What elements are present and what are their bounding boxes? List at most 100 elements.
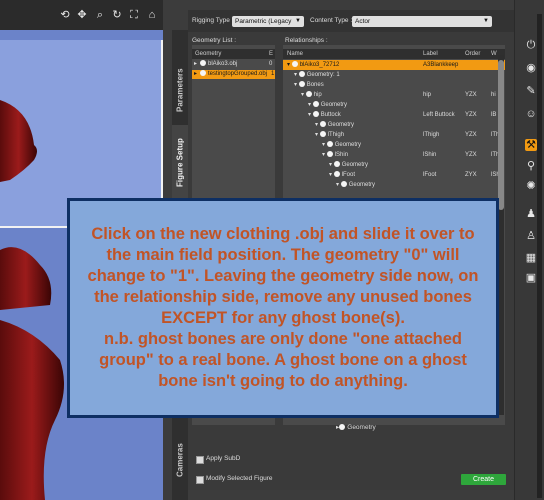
chevron-right-icon: ▸	[194, 71, 198, 77]
geometry-icon	[339, 424, 346, 430]
tree-row[interactable]: ▾ Geometry: 1	[283, 70, 505, 80]
tab-figure-setup[interactable]: Figure Setup	[172, 125, 188, 200]
chevron-down-icon[interactable]: ▾	[322, 142, 327, 148]
w-column-header[interactable]: W	[491, 49, 497, 59]
world-icon[interactable]: ◉	[525, 62, 537, 74]
tree-row-selected[interactable]: ▾ blAiko3_72712 A3Blankkeep	[283, 60, 505, 70]
chevron-down-icon: ▼	[295, 18, 301, 24]
tree-row-label: Left Buttock	[423, 112, 455, 118]
chevron-down-icon[interactable]: ▾	[329, 162, 334, 168]
tab-cameras[interactable]: Cameras	[172, 425, 188, 495]
rotate-icon[interactable]: ↻	[111, 9, 123, 21]
grid-icon[interactable]: ▦	[525, 252, 537, 264]
node-icon	[305, 91, 312, 97]
tree-row[interactable]: ▾ lFoot lFoot ZYX lSh	[283, 170, 505, 180]
tree-row-order: YZX	[465, 132, 477, 138]
node-icon	[340, 181, 347, 187]
tree-row-name: ▾ Geometry: 1	[294, 70, 340, 80]
pan-icon[interactable]: ✥	[76, 9, 88, 21]
chevron-down-icon[interactable]: ▾	[329, 172, 334, 178]
tree-row[interactable]: ▾ Geometry	[283, 100, 505, 110]
tree-row-label: lThigh	[423, 132, 440, 138]
tree-row-name: ▾ lThigh	[315, 130, 344, 140]
tree-row-partial[interactable]: ▸ Geometry	[336, 423, 376, 431]
figure-setup-icon[interactable]: ⚒	[525, 139, 537, 151]
chevron-down-icon[interactable]: ▾	[322, 152, 327, 158]
tree-row[interactable]: ▾ Bones	[283, 80, 505, 90]
chevron-down-icon[interactable]: ▾	[301, 92, 306, 98]
content-type-value: Actor	[355, 18, 371, 25]
geometry-row[interactable]: ▸ blAiko3.obj 0	[192, 60, 275, 69]
tree-row-label: Bones	[306, 82, 324, 88]
tree-row[interactable]	[283, 425, 505, 435]
tree-row-name: ▾ Geometry	[329, 160, 368, 170]
instruction-note: Click on the new clothing .obj and slide…	[67, 198, 499, 418]
tree-row[interactable]: ▾ hip hip YZX hi	[283, 90, 505, 100]
instruction-text: Click on the new clothing .obj and slide…	[87, 225, 479, 390]
order-column-header[interactable]: Order	[465, 49, 480, 59]
scene-icon[interactable]: ▣	[525, 272, 537, 284]
right-scrollbar[interactable]	[537, 14, 542, 498]
create-button[interactable]: Create	[461, 474, 506, 485]
chevron-down-icon[interactable]: ▾	[315, 132, 320, 138]
ghost-icon[interactable]: ♙	[525, 230, 537, 242]
geometry-column-header[interactable]: Geometry	[195, 49, 221, 59]
tree-row[interactable]: ▾ Geometry	[283, 180, 505, 190]
tree-row-name: ▾ blAiko3_72712	[287, 60, 339, 70]
geometry-row-selected[interactable]: ▸ testingtopGrouped.obj 1	[192, 70, 275, 79]
modify-selected-label: Modify Selected Figure	[206, 475, 273, 482]
name-column-header[interactable]: Name	[287, 49, 303, 59]
geometry-name: blAiko3.obj	[208, 61, 238, 67]
tree-row[interactable]: ▾ Geometry	[283, 140, 505, 150]
zoom-icon[interactable]: ⌕	[94, 9, 106, 21]
scrollbar-thumb[interactable]	[498, 60, 504, 210]
figure-model[interactable]	[0, 90, 70, 500]
modify-selected-checkbox[interactable]	[196, 476, 204, 484]
tree-row-order: YZX	[465, 152, 477, 158]
camera-orbit-icon[interactable]: ⟲	[59, 9, 71, 21]
node-icon	[298, 71, 305, 77]
content-type-label: Content Type :	[310, 17, 353, 24]
tree-row-label: lFoot	[423, 172, 437, 178]
rigging-type-select[interactable]: Parametric (Legacy ▼	[232, 16, 304, 27]
tree-row-label: Buttock	[320, 112, 341, 118]
tree-row[interactable]: ▾ Geometry	[283, 160, 505, 170]
tree-row[interactable]: ▾ Geometry	[283, 120, 505, 130]
tree-row-label: blAiko3_72712	[299, 62, 340, 68]
content-type-select[interactable]: Actor ▼	[352, 16, 492, 27]
person-icon[interactable]: ☺	[525, 108, 537, 120]
chevron-down-icon[interactable]: ▾	[308, 102, 313, 108]
tree-row[interactable]: ▾ Buttock Left Buttock YZX lB	[283, 110, 505, 120]
e-column-header[interactable]: E	[269, 49, 273, 59]
chevron-down-icon[interactable]: ▾	[294, 82, 299, 88]
home-icon[interactable]: ⌂	[146, 9, 158, 21]
chevron-down-icon[interactable]: ▾	[294, 72, 299, 78]
pose-icon[interactable]: ⚲	[525, 160, 537, 172]
chevron-right-icon: ▸	[194, 61, 198, 67]
tab-parameters[interactable]: Parameters	[172, 50, 188, 130]
power-icon[interactable]: ⏻	[525, 39, 537, 51]
chevron-down-icon[interactable]: ▾	[287, 62, 292, 68]
geometry-icon	[200, 70, 206, 76]
tree-row-name: ▾ Geometry	[322, 140, 361, 150]
tree-row-label: Geometry	[341, 162, 369, 168]
frame-icon[interactable]: ⛶	[128, 9, 140, 21]
tree-row-name: ▾ Geometry	[308, 100, 347, 110]
tools-icon[interactable]: ✎	[525, 85, 537, 97]
tree-row[interactable]: ▾ lThigh lThigh YZX lTh	[283, 130, 505, 140]
bone-icon[interactable]: ♟	[525, 208, 537, 220]
tree-row[interactable]: ▾ lShin lShin YZX lTh	[283, 150, 505, 160]
chevron-down-icon[interactable]: ▾	[315, 122, 320, 128]
tree-row-label: hip	[423, 92, 432, 98]
tree-row-order: YZX	[465, 92, 477, 98]
morph-icon[interactable]: ✺	[525, 180, 537, 192]
label-column-header[interactable]: Label	[423, 49, 438, 59]
node-icon	[298, 81, 305, 87]
geometry-list-header: Geometry E	[192, 49, 275, 59]
tree-row-name: ▾ lFoot	[329, 170, 355, 180]
apply-subd-checkbox[interactable]	[196, 456, 204, 464]
node-icon	[291, 61, 298, 67]
chevron-down-icon[interactable]: ▾	[308, 112, 313, 118]
apply-subd-label: Apply SubD	[206, 455, 241, 462]
chevron-down-icon[interactable]: ▾	[336, 182, 341, 188]
